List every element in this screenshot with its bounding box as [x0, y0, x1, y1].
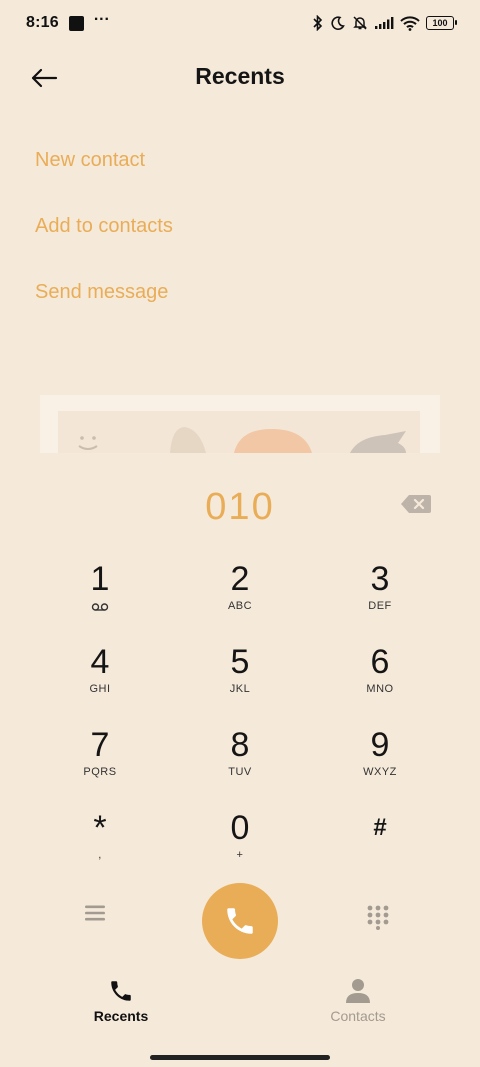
key-digit: * [93, 809, 107, 847]
key-letters: , [98, 849, 102, 861]
key-digit: 2 [230, 560, 250, 598]
key-digit: 4 [90, 643, 110, 681]
phone-icon [227, 908, 253, 934]
battery-icon: 100 [426, 16, 457, 30]
key-letters: PQRS [83, 766, 117, 778]
key-letters: WXYZ [363, 766, 397, 778]
key-digit: 0 [230, 809, 250, 847]
key-hash[interactable]: # [310, 807, 450, 890]
empty-state-illustration [40, 395, 440, 453]
more-notifications-icon: ··· [93, 11, 110, 28]
person-icon [346, 979, 370, 1003]
bluetooth-icon [313, 15, 323, 31]
status-left: 8:16 ··· [26, 11, 110, 32]
send-message-link[interactable]: Send message [35, 272, 173, 338]
key-letters: + [236, 849, 244, 861]
key-6[interactable]: 6 MNO [310, 641, 450, 724]
key-digit: # [373, 814, 387, 841]
key-letters: GHI [89, 683, 111, 695]
key-3[interactable]: 3 DEF [310, 558, 450, 641]
dialpad-toggle-button[interactable] [366, 904, 390, 935]
app-notification-icon [68, 15, 84, 31]
menu-button[interactable] [84, 904, 106, 927]
bottom-tab-bar: Recents Contacts [0, 978, 480, 1038]
key-1[interactable]: 1 [30, 558, 170, 641]
status-right: 100 [312, 15, 457, 31]
dialer-controls [0, 882, 480, 959]
key-4[interactable]: 4 GHI [30, 641, 170, 724]
backspace-button[interactable] [400, 494, 431, 519]
voicemail-icon [91, 603, 109, 611]
phone-icon [111, 981, 131, 1001]
key-letters: JKL [229, 683, 251, 695]
key-letters: TUV [228, 766, 252, 778]
status-time: 8:16 [26, 14, 59, 31]
add-to-contacts-link[interactable]: Add to contacts [35, 206, 173, 272]
signal-icon [375, 17, 394, 29]
tab-label: Recents [93, 1008, 149, 1024]
key-digit: 6 [370, 643, 390, 681]
tab-contacts[interactable]: Contacts [298, 978, 418, 1024]
key-digit: 1 [90, 560, 110, 598]
key-digit: 5 [230, 643, 250, 681]
backspace-icon [401, 495, 431, 513]
action-list: New contact Add to contacts Send message [35, 140, 173, 338]
status-bar: 8:16 ··· 100 [0, 0, 480, 46]
key-digit: 9 [370, 726, 390, 764]
key-7[interactable]: 7 PQRS [30, 724, 170, 807]
key-letters: MNO [366, 683, 394, 695]
mute-bell-icon [353, 16, 367, 30]
key-letters: ABC [227, 600, 253, 612]
key-0[interactable]: 0 + [170, 807, 310, 890]
key-digit: 8 [230, 726, 250, 764]
call-button[interactable] [202, 883, 278, 959]
key-digit: 3 [370, 560, 390, 598]
new-contact-link[interactable]: New contact [35, 140, 173, 206]
dialpad-icon [367, 905, 389, 930]
key-9[interactable]: 9 WXYZ [310, 724, 450, 807]
key-letters: DEF [368, 600, 392, 612]
dial-display: 010 [0, 482, 480, 538]
tab-recents[interactable]: Recents [61, 978, 181, 1024]
do-not-disturb-moon-icon [331, 16, 345, 30]
page-title: Recents [195, 63, 285, 89]
wifi-icon [400, 15, 420, 31]
illustration-art [78, 427, 406, 453]
keypad: 1 2 ABC 3 DEF 4 GHI 5 JKL 6 MNO 7 PQRS 8… [30, 558, 450, 890]
key-5[interactable]: 5 JKL [170, 641, 310, 724]
home-indicator[interactable] [150, 1055, 330, 1060]
key-2[interactable]: 2 ABC [170, 558, 310, 641]
hamburger-menu-icon [85, 905, 105, 921]
key-digit: 7 [90, 726, 110, 764]
key-8[interactable]: 8 TUV [170, 724, 310, 807]
key-star[interactable]: * , [30, 807, 170, 890]
app-header: Recents [0, 50, 480, 104]
tab-label: Contacts [330, 1008, 386, 1024]
